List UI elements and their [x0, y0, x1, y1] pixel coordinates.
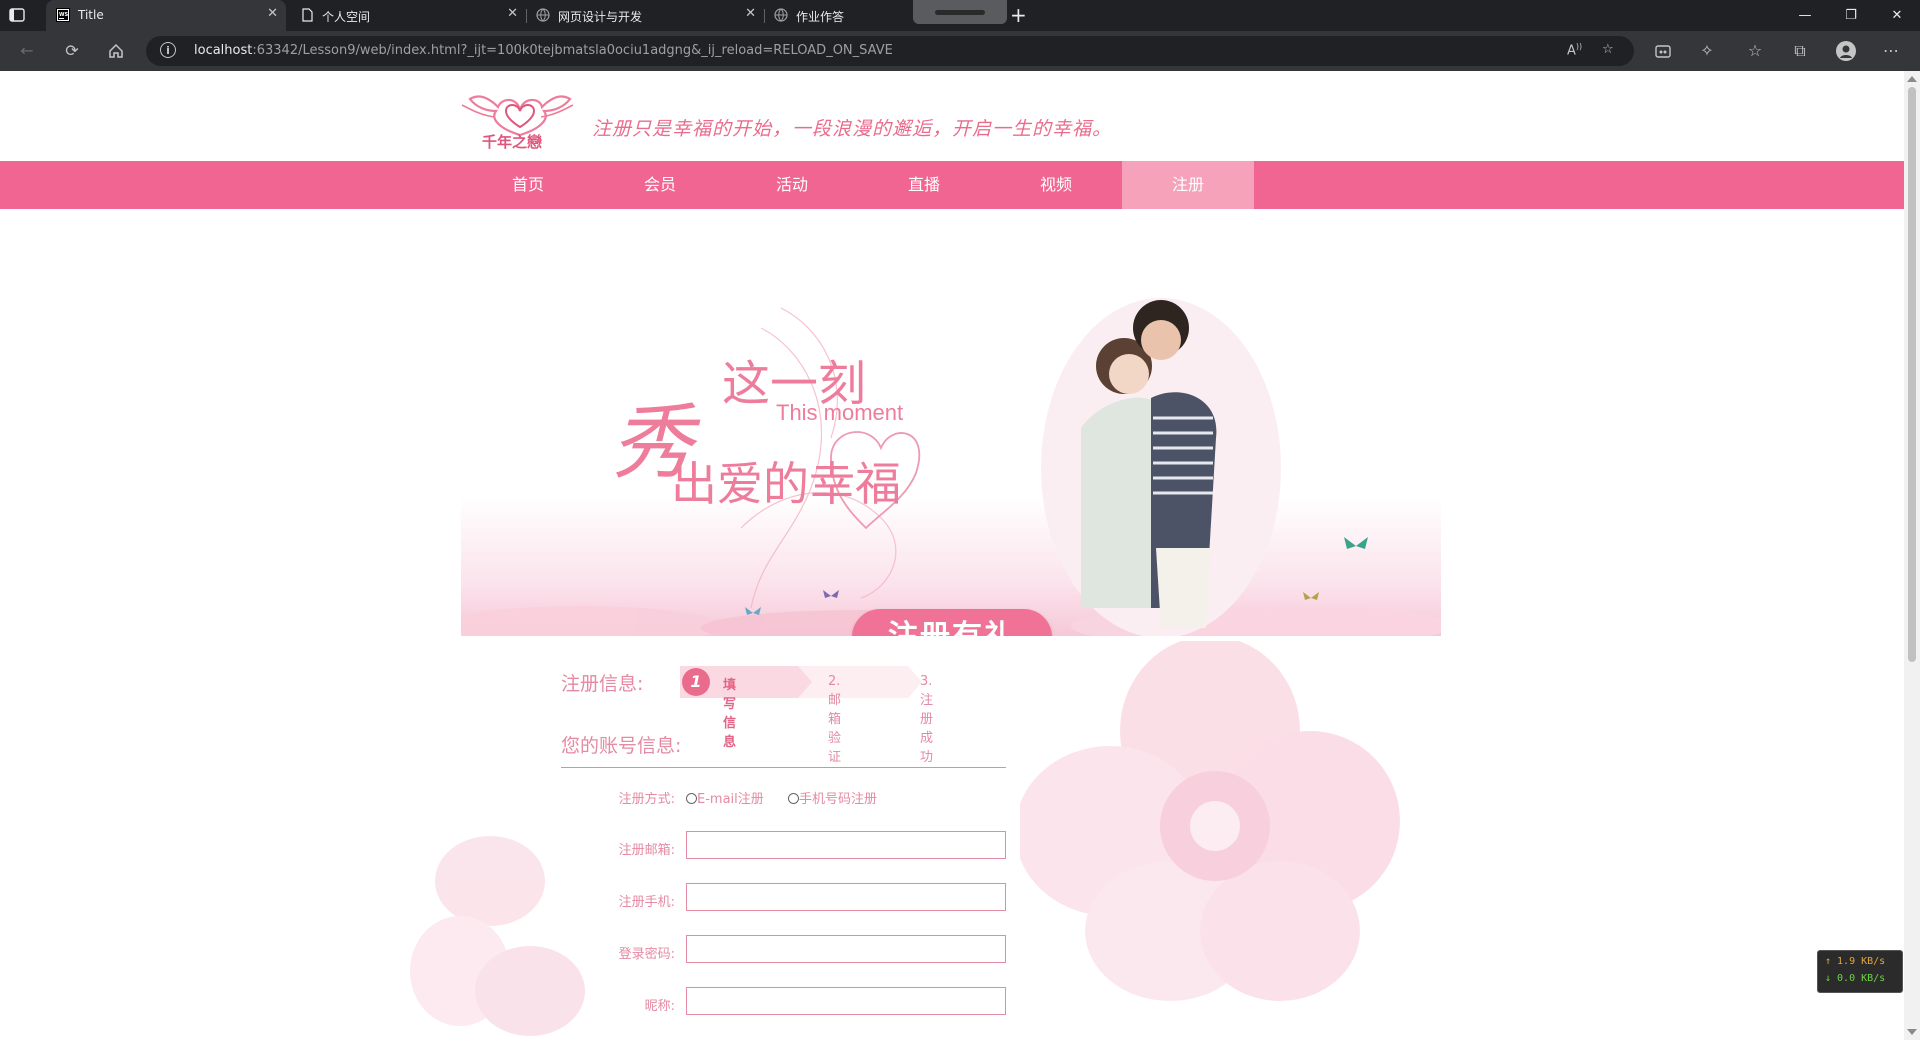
window-close-icon[interactable]: ✕ [1874, 0, 1920, 31]
browser-tab-title[interactable]: WS Title ✕ [46, 0, 286, 31]
profile-avatar-icon[interactable] [1835, 40, 1857, 62]
restore-icon[interactable]: ❐ [1828, 0, 1874, 31]
webstorm-icon: WS [56, 8, 70, 22]
site-slogan: 注册只是幸福的开始，一段浪漫的邂逅，开启一生的幸福。 [592, 118, 1113, 140]
phone-label: 注册手机: [618, 895, 675, 910]
flower-decoration [1020, 641, 1400, 1001]
logo-text: 千年之戀 [482, 133, 543, 151]
scroll-up-icon[interactable] [1907, 76, 1917, 82]
close-icon[interactable]: ✕ [745, 6, 756, 21]
email-label: 注册邮箱: [618, 843, 675, 858]
radio-email[interactable]: E-mail注册 [686, 788, 764, 807]
butterfly-icon [823, 590, 839, 598]
radio-phone-label: 手机号码注册 [799, 792, 878, 807]
step-1-label: 填写信息 [723, 678, 737, 750]
banner-subtitle: This moment [776, 400, 904, 425]
tab-label: 作业作答 [796, 10, 845, 24]
upload-speed: ↑ 1.9 KB/s [1825, 956, 1886, 967]
radio-icon[interactable] [686, 793, 697, 804]
extensions-puzzle-icon[interactable]: ✧ [1696, 40, 1718, 62]
registration-steps-label: 注册信息: [561, 673, 644, 695]
add-favorite-icon[interactable]: ☆ [1602, 42, 1614, 57]
site-info-icon[interactable]: i [160, 42, 176, 58]
email-field[interactable] [686, 831, 1006, 859]
butterfly-icon [1303, 592, 1319, 600]
tab-label: Title [78, 8, 104, 22]
main-nav: 首页 会员 活动 直播 视频 注册 [0, 161, 1904, 209]
butterfly-icon [745, 607, 761, 615]
scroll-down-icon[interactable] [1907, 1029, 1917, 1035]
divider [561, 767, 1006, 768]
register-gift-button[interactable]: 注册有礼 [852, 609, 1052, 636]
extension-icon[interactable] [1652, 40, 1674, 62]
couple-photo [1041, 298, 1281, 636]
page-scrollbar[interactable] [1904, 71, 1920, 1040]
tab-label: 网页设计与开发 [558, 10, 643, 24]
phone-field[interactable] [686, 883, 1006, 911]
url-host: localhost [194, 43, 253, 58]
butterfly-icon [1344, 537, 1368, 549]
svg-text:WS: WS [59, 12, 69, 18]
banner-title-happiness: 出爱的幸福 [671, 457, 901, 511]
minimize-icon[interactable]: — [1782, 0, 1828, 31]
step-3-label: 3.注册成功 [920, 674, 934, 765]
browser-tab-web-design[interactable]: 网页设计与开发 ✕ [526, 0, 765, 31]
nickname-field[interactable] [686, 987, 1006, 1015]
nav-item-members[interactable]: 会员 [594, 161, 726, 209]
more-menu-icon[interactable]: ⋯ [1880, 40, 1902, 62]
scrollbar-thumb[interactable] [1908, 87, 1916, 662]
globe-icon [774, 8, 788, 22]
password-label: 登录密码: [618, 947, 675, 962]
url-path: :63342/Lesson9/web/index.html?_ijt=100k0… [252, 43, 893, 58]
nav-item-videos[interactable]: 视频 [990, 161, 1122, 209]
password-field[interactable] [686, 935, 1006, 963]
tab-label: 个人空间 [322, 10, 371, 24]
step-arrow [798, 666, 812, 698]
back-icon[interactable]: ← [16, 40, 38, 62]
step-2-bg [798, 666, 908, 698]
tab-actions-icon[interactable] [8, 6, 26, 24]
nav-item-home[interactable]: 首页 [462, 161, 594, 209]
page-icon [300, 8, 314, 22]
drag-pill [935, 10, 985, 15]
close-icon[interactable]: ✕ [507, 6, 518, 21]
tab-drag-handle[interactable] [913, 0, 1007, 24]
network-speed-widget: ↑ 1.9 KB/s ↓ 0.0 KB/s [1817, 950, 1903, 993]
web-page: 千年之戀 注册只是幸福的开始，一段浪漫的邂逅，开启一生的幸福。 首页 会员 活动… [0, 71, 1904, 1040]
browser-tab-strip: WS Title ✕ 个人空间 ✕ 网页设计与开发 ✕ 作业作答 ✕ + — ❐… [0, 0, 1920, 31]
radio-email-label: E-mail注册 [697, 792, 764, 807]
account-info-title: 您的账号信息: [561, 735, 682, 757]
address-bar[interactable]: i localhost:63342/Lesson9/web/index.html… [146, 36, 1634, 66]
new-tab-icon[interactable]: + [1010, 4, 1027, 26]
home-icon[interactable] [105, 40, 127, 62]
url-text[interactable]: localhost:63342/Lesson9/web/index.html?_… [194, 43, 893, 58]
banner-illustration [461, 298, 1441, 636]
radio-icon[interactable] [788, 793, 799, 804]
collections-icon[interactable]: ⧉ [1789, 40, 1811, 62]
register-banner: 秀 这一刻 This moment 出爱的幸福 注册有礼 [461, 288, 1441, 636]
download-speed: ↓ 0.0 KB/s [1825, 973, 1886, 984]
close-icon[interactable]: ✕ [267, 6, 278, 21]
nickname-label: 昵称: [644, 999, 675, 1014]
step-1-number: 1 [682, 668, 710, 696]
nav-item-register[interactable]: 注册 [1122, 161, 1254, 209]
read-aloud-icon[interactable]: A)) [1567, 42, 1582, 58]
nav-item-live[interactable]: 直播 [858, 161, 990, 209]
browser-toolbar: ← ⟳ i localhost:63342/Lesson9/web/index.… [0, 31, 1920, 71]
radio-phone[interactable]: 手机号码注册 [788, 788, 877, 807]
step-2-label: 2.邮箱验证 [828, 674, 842, 765]
reload-icon[interactable]: ⟳ [61, 40, 83, 62]
browser-tab-personal-space[interactable]: 个人空间 ✕ [290, 0, 527, 31]
favorites-icon[interactable]: ☆ [1744, 40, 1766, 62]
register-method-group: E-mail注册 手机号码注册 [686, 788, 986, 807]
globe-icon [536, 8, 550, 22]
nav-item-events[interactable]: 活动 [726, 161, 858, 209]
register-method-label: 注册方式: [618, 792, 675, 807]
